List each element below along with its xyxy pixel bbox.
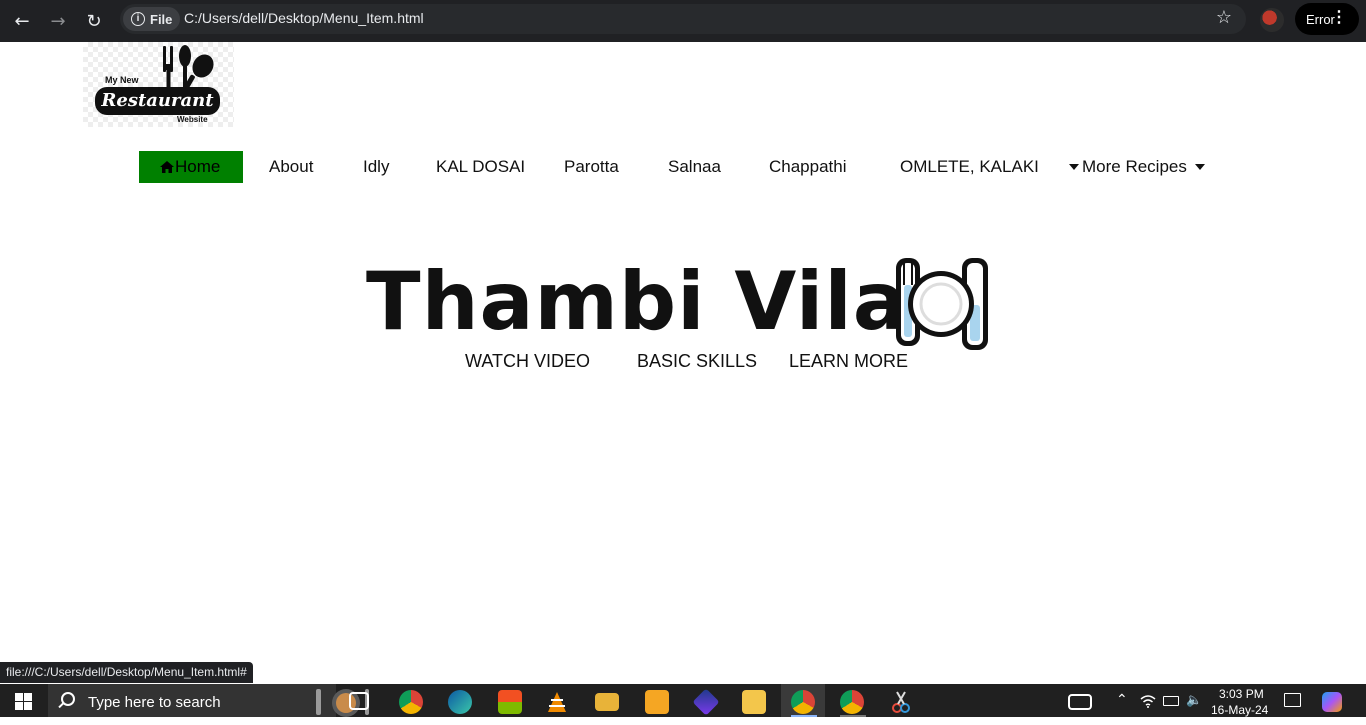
learn-more-link[interactable]: LEARN MORE — [789, 351, 908, 372]
basic-skills-link[interactable]: BASIC SKILLS — [637, 351, 757, 372]
menu-item-home[interactable]: Home — [139, 151, 243, 183]
reload-icon[interactable]: ↻ — [79, 6, 109, 36]
menu-item-idly[interactable]: Idly — [363, 151, 389, 183]
site-info-chip[interactable]: i File — [123, 7, 181, 31]
logo-text-main: Restaurant — [95, 87, 220, 115]
task-view-icon[interactable] — [349, 692, 369, 710]
clock-time[interactable]: 3:03 PM — [1219, 687, 1264, 701]
plate-cutlery-icon — [896, 258, 988, 350]
home-icon — [160, 161, 174, 173]
sticky-notes-icon[interactable] — [742, 690, 766, 714]
notifications-icon[interactable] — [1284, 693, 1301, 707]
menu-item-label: More Recipes — [1082, 157, 1187, 176]
vlc-icon[interactable] — [545, 690, 569, 714]
copilot-icon[interactable] — [1322, 692, 1342, 712]
file-explorer-icon[interactable] — [595, 693, 619, 711]
logo-text-bottom: Website — [177, 115, 208, 124]
battery-icon[interactable] — [1163, 696, 1179, 706]
chrome-profile-icon[interactable] — [791, 690, 815, 714]
search-icon — [61, 692, 75, 706]
file-chip-label: File — [150, 11, 173, 27]
store-icon[interactable] — [498, 690, 522, 714]
media-player-icon[interactable] — [645, 690, 669, 714]
chevron-up-icon[interactable]: ⌃ — [1116, 691, 1128, 724]
menu-item-about[interactable]: About — [269, 151, 313, 183]
menu-item-salnaa[interactable]: Salnaa — [668, 151, 721, 183]
forward-arrow-icon[interactable]: → — [43, 6, 73, 36]
bookmark-star-icon[interactable]: ☆ — [1216, 7, 1232, 28]
chrome-icon[interactable] — [399, 690, 423, 714]
address-bar[interactable]: i File C:/Users/dell/Desktop/Menu_Item.h… — [120, 4, 1246, 34]
profile-avatar-icon[interactable] — [1260, 8, 1284, 32]
watch-video-link[interactable]: WATCH VIDEO — [465, 351, 590, 372]
copilot-app-icon[interactable] — [692, 688, 720, 716]
url-text[interactable]: C:/Users/dell/Desktop/Menu_Item.html — [184, 10, 424, 26]
wifi-icon[interactable] — [1140, 694, 1156, 708]
menu-item-kal-dosai[interactable]: KAL DOSAI — [436, 151, 525, 183]
menu-item-label: Home — [175, 157, 221, 176]
clock-date[interactable]: 16-May-24 — [1211, 703, 1268, 717]
caret-down-icon — [1194, 163, 1205, 170]
logo-text-top: My New — [105, 75, 139, 85]
menu-item-omlete-kalaki[interactable]: OMLETE, KALAKI — [900, 151, 1039, 183]
chrome-secondary-icon[interactable] — [840, 690, 864, 714]
kebab-menu-icon: ⋮ — [1331, 9, 1347, 26]
link-preview-status: file:///C:/Users/dell/Desktop/Menu_Item.… — [0, 662, 253, 683]
menu-item-more-recipes[interactable]: More Recipes — [1069, 151, 1208, 183]
info-icon: i — [131, 12, 145, 26]
menu-item-parotta[interactable]: Parotta — [564, 151, 619, 183]
windows-start-icon[interactable] — [15, 693, 32, 710]
hero-title: Thambi Vilas — [366, 255, 957, 348]
taskbar-search-box[interactable]: Type here to search — [48, 684, 369, 717]
taskbar: Type here to search ⌃ 🔈 3:03 PM 16-May-2… — [0, 684, 1366, 717]
speaker-muted-icon[interactable]: 🔈 — [1186, 692, 1202, 725]
snipping-tool-icon[interactable] — [889, 690, 913, 714]
search-placeholder: Type here to search — [88, 694, 221, 711]
site-logo[interactable]: My New Restaurant Website — [83, 42, 234, 127]
caret-down-icon — [1069, 163, 1079, 170]
browser-toolbar: ← → ↻ i File C:/Users/dell/Desktop/Menu_… — [0, 0, 1366, 42]
news-widget-icon[interactable] — [1068, 694, 1092, 710]
menu-item-chappathi[interactable]: Chappathi — [769, 151, 847, 183]
edge-icon[interactable] — [448, 690, 472, 714]
error-button[interactable]: Error ⋮ — [1295, 3, 1359, 35]
back-arrow-icon[interactable]: ← — [7, 6, 37, 36]
